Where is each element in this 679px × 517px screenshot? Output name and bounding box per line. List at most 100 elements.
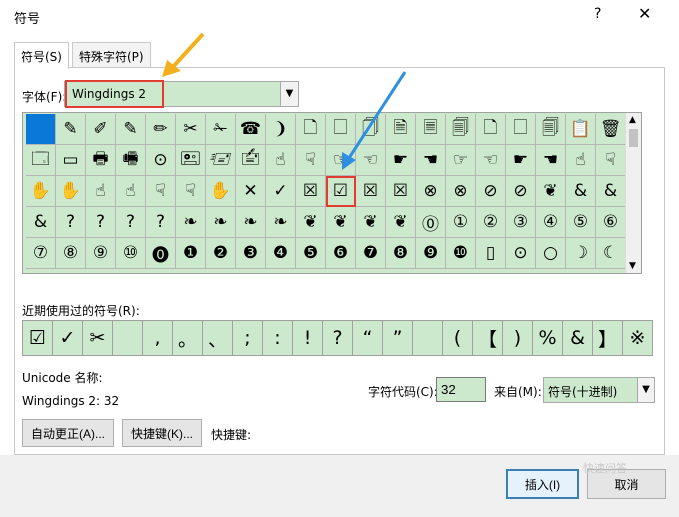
recent-symbol-cell[interactable]: ※ bbox=[623, 321, 653, 355]
symbol-cell[interactable]: 🖆 bbox=[236, 145, 266, 176]
symbol-cell[interactable]: 🗏 bbox=[416, 114, 446, 145]
recent-symbol-cell[interactable]: ” bbox=[383, 321, 413, 355]
close-button[interactable]: ✕ bbox=[638, 4, 651, 23]
recent-symbol-cell[interactable]: : bbox=[263, 321, 293, 355]
recent-symbol-cell[interactable]: & bbox=[563, 321, 593, 355]
shortcut-key-button[interactable]: 快捷键(K)... bbox=[122, 419, 202, 447]
symbol-cell[interactable]: ☝ bbox=[566, 145, 596, 176]
scroll-down-icon[interactable]: ▼ bbox=[629, 261, 636, 271]
symbol-cell[interactable] bbox=[26, 114, 56, 145]
symbol-cell[interactable]: ① bbox=[446, 207, 476, 238]
symbol-cell[interactable]: ⑤ bbox=[566, 207, 596, 238]
symbol-cell[interactable]: ⑥ bbox=[596, 207, 626, 238]
symbol-cell[interactable]: 🗐 bbox=[446, 114, 476, 145]
symbol-cell[interactable]: 🗔 bbox=[26, 145, 56, 176]
symbol-cell[interactable]: ❩ bbox=[266, 114, 296, 145]
symbol-cell[interactable]: ? bbox=[56, 207, 86, 238]
symbol-cell[interactable]: 🗍 bbox=[356, 114, 386, 145]
symbol-cell[interactable]: ❼ bbox=[356, 238, 386, 269]
symbol-cell[interactable]: 🗑 bbox=[596, 114, 626, 145]
recent-symbol-cell[interactable]: ) bbox=[503, 321, 533, 355]
symbol-cell[interactable]: ❦ bbox=[536, 176, 566, 207]
autocorrect-button[interactable]: 自动更正(A)... bbox=[22, 419, 114, 447]
symbol-cell[interactable]: ☾ bbox=[596, 238, 626, 269]
symbol-cell[interactable]: ☟ bbox=[596, 145, 626, 176]
symbol-cell[interactable]: ☟ bbox=[146, 176, 176, 207]
symbol-cell[interactable]: ❺ bbox=[296, 238, 326, 269]
symbol-cell[interactable]: ☚ bbox=[536, 145, 566, 176]
symbol-cell[interactable]: ❧ bbox=[176, 207, 206, 238]
symbol-cell[interactable]: ⊗ bbox=[416, 176, 446, 207]
symbol-cell[interactable]: ▭ bbox=[56, 145, 86, 176]
symbol-cell[interactable]: ✕ bbox=[236, 176, 266, 207]
symbol-cell[interactable]: ☒ bbox=[386, 176, 416, 207]
symbol-cell[interactable]: ② bbox=[476, 207, 506, 238]
symbol-cell[interactable]: ❦ bbox=[296, 207, 326, 238]
symbol-cell[interactable]: ❻ bbox=[326, 238, 356, 269]
symbol-cell[interactable]: 📋 bbox=[566, 114, 596, 145]
symbol-cell[interactable]: ☟ bbox=[296, 145, 326, 176]
symbol-cell[interactable]: ❦ bbox=[386, 207, 416, 238]
symbol-cell[interactable]: ❽ bbox=[386, 238, 416, 269]
symbol-cell[interactable]: 🗐 bbox=[536, 114, 566, 145]
symbol-cell[interactable]: & bbox=[26, 207, 56, 238]
symbol-cell[interactable]: ☝ bbox=[86, 176, 116, 207]
recent-symbol-cell[interactable] bbox=[113, 321, 143, 355]
from-select[interactable]: 符号(十进制) ▼ bbox=[543, 377, 655, 403]
recent-symbol-cell[interactable]: 】 bbox=[593, 321, 623, 355]
symbol-cell[interactable]: ④ bbox=[536, 207, 566, 238]
insert-button[interactable]: 插入(I) bbox=[506, 469, 579, 499]
symbol-cell[interactable]: ❶ bbox=[176, 238, 206, 269]
symbol-cell[interactable]: ☛ bbox=[506, 145, 536, 176]
symbol-cell[interactable]: & bbox=[566, 176, 596, 207]
symbol-cell[interactable]: ☜ bbox=[476, 145, 506, 176]
symbol-cell[interactable]: ☽ bbox=[566, 238, 596, 269]
symbol-cell[interactable]: ☞ bbox=[326, 145, 356, 176]
symbol-cell[interactable]: ▯ bbox=[476, 238, 506, 269]
scroll-thumb[interactable] bbox=[629, 129, 638, 147]
recent-symbol-cell[interactable]: ! bbox=[293, 321, 323, 355]
symbol-cell[interactable]: ⊙ bbox=[506, 238, 536, 269]
symbol-cell[interactable]: ⑩ bbox=[116, 238, 146, 269]
symbol-cell[interactable]: & bbox=[596, 176, 626, 207]
recent-symbol-cell[interactable]: 。 bbox=[173, 321, 203, 355]
symbol-cell[interactable]: ☒ bbox=[356, 176, 386, 207]
symbol-cell[interactable]: ✋ bbox=[206, 176, 236, 207]
recent-symbol-cell[interactable]: ☑ bbox=[23, 321, 53, 355]
symbol-cell[interactable]: ☝ bbox=[266, 145, 296, 176]
tab-symbols[interactable]: 符号(S) bbox=[14, 42, 69, 69]
recent-symbol-cell[interactable]: 、 bbox=[203, 321, 233, 355]
symbol-cell[interactable]: ⑦ bbox=[26, 238, 56, 269]
chevron-down-icon[interactable]: ▼ bbox=[637, 378, 654, 402]
symbol-cell[interactable]: 🗌 bbox=[326, 114, 356, 145]
symbol-cell[interactable]: ⓪ bbox=[416, 207, 446, 238]
symbol-cell[interactable]: 🗋 bbox=[296, 114, 326, 145]
help-button[interactable]: ? bbox=[594, 6, 601, 22]
recent-symbol-cell[interactable]: ; bbox=[233, 321, 263, 355]
symbol-cell[interactable]: ✁ bbox=[206, 114, 236, 145]
recent-symbol-cell[interactable]: ( bbox=[443, 321, 473, 355]
symbol-cell[interactable]: ⓿ bbox=[146, 238, 176, 269]
symbol-cell[interactable]: ❦ bbox=[356, 207, 386, 238]
symbol-cell[interactable]: ⑨ bbox=[86, 238, 116, 269]
symbol-cell[interactable]: ☑ bbox=[326, 176, 356, 207]
recent-symbol-cell[interactable]: , bbox=[143, 321, 173, 355]
symbol-cell[interactable]: ☝ bbox=[116, 176, 146, 207]
symbol-cell[interactable]: ❧ bbox=[266, 207, 296, 238]
symbol-cell[interactable]: ✏ bbox=[146, 114, 176, 145]
symbol-cell[interactable]: ☟ bbox=[176, 176, 206, 207]
symbol-cell[interactable]: ✋ bbox=[56, 176, 86, 207]
symbol-cell[interactable]: ③ bbox=[506, 207, 536, 238]
symbol-cell[interactable]: ☎ bbox=[236, 114, 266, 145]
symbol-cell[interactable]: 🗎 bbox=[386, 114, 416, 145]
symbol-cell[interactable]: ⊘ bbox=[506, 176, 536, 207]
recent-symbol-cell[interactable]: ✂ bbox=[83, 321, 113, 355]
symbol-cell[interactable]: 🖷 bbox=[116, 145, 146, 176]
symbol-cell[interactable]: ❧ bbox=[236, 207, 266, 238]
symbol-cell[interactable]: 🖅 bbox=[206, 145, 236, 176]
symbol-cell[interactable]: ⊙ bbox=[146, 145, 176, 176]
symbol-cell[interactable]: ☛ bbox=[386, 145, 416, 176]
symbol-cell[interactable]: ✎ bbox=[56, 114, 86, 145]
symbol-cell[interactable]: ☜ bbox=[356, 145, 386, 176]
symbol-cell[interactable]: 🖭 bbox=[176, 145, 206, 176]
